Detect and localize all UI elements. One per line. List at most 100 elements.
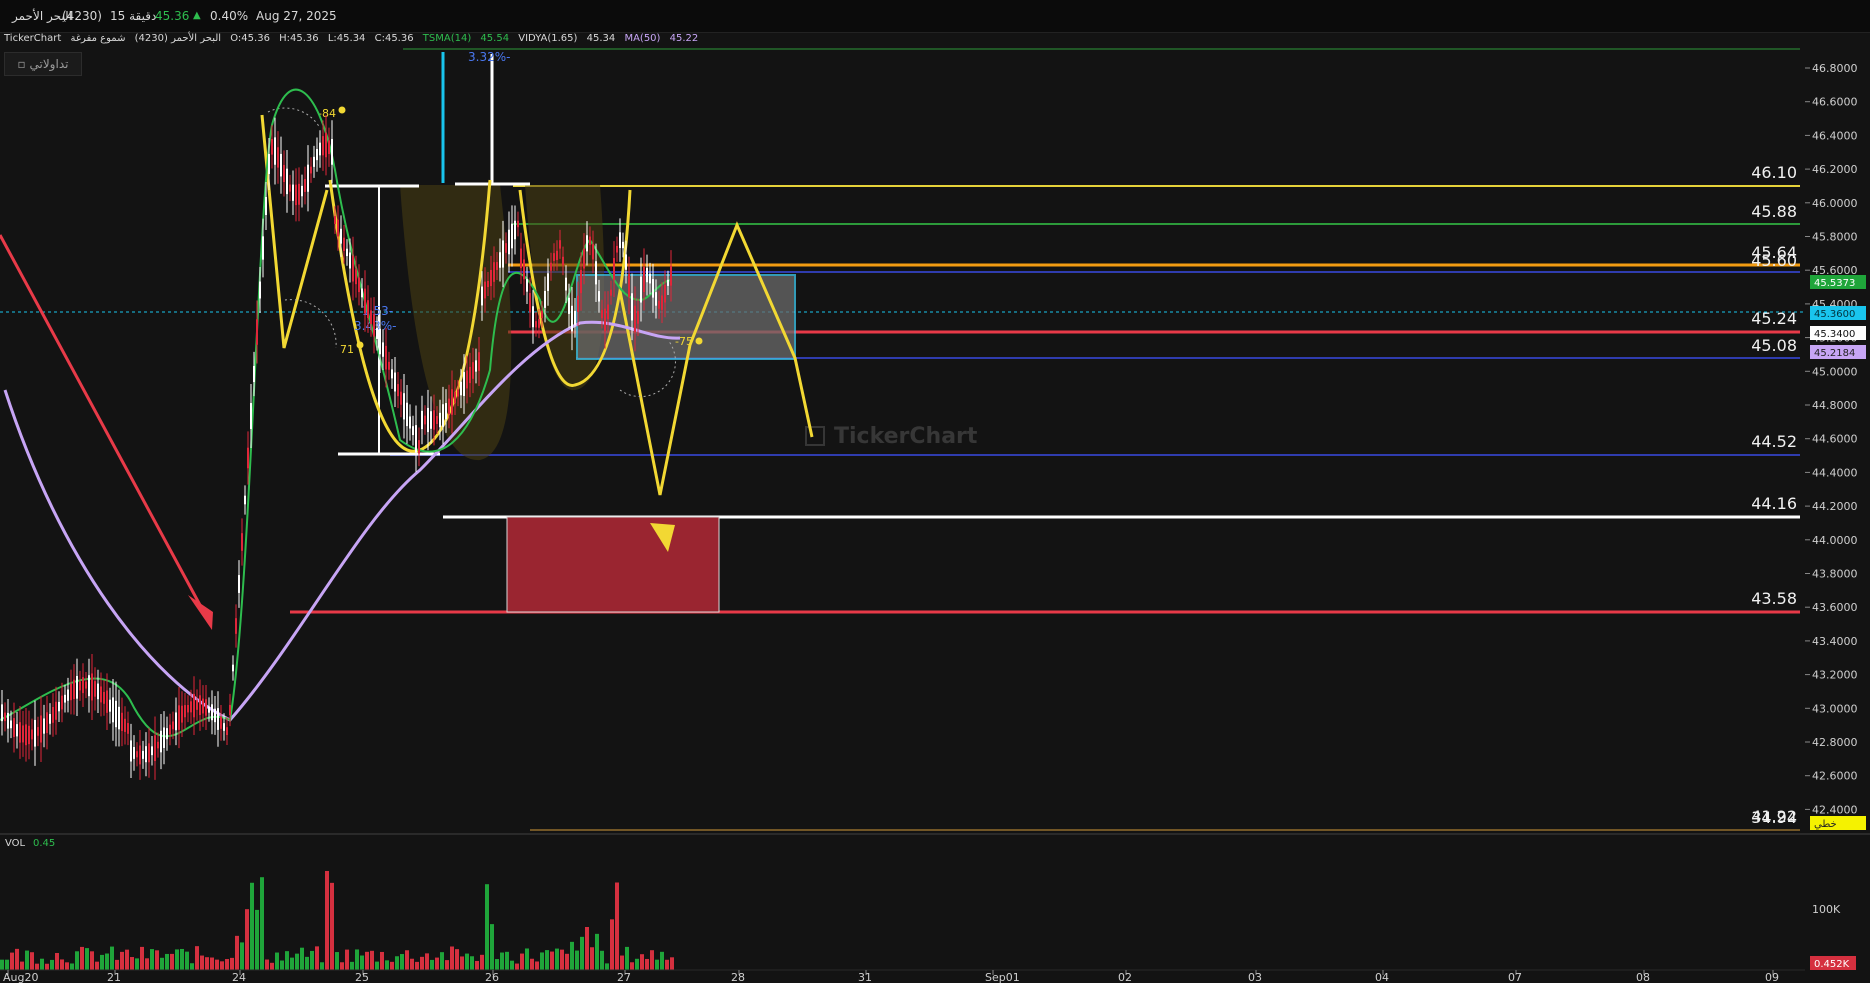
volume-bar <box>80 946 84 970</box>
watermark-text: TickerChart <box>834 424 978 449</box>
volume-bar <box>285 951 289 970</box>
candle-body <box>10 720 12 729</box>
candle-body <box>634 305 636 333</box>
price-tick-label: 46.8000 <box>1812 62 1858 75</box>
candle-body <box>571 305 573 332</box>
candle-body <box>232 664 234 672</box>
candle-body <box>118 706 120 730</box>
volume-bar <box>350 961 354 970</box>
price-tick-label: 45.0000 <box>1812 365 1858 378</box>
time-tick-label: 27 <box>617 971 631 983</box>
volume-bar <box>390 961 394 970</box>
candle-body <box>346 248 348 257</box>
volume-bar <box>280 960 284 970</box>
candle-body <box>352 255 354 282</box>
time-tick-label: 28 <box>731 971 745 983</box>
volume-bar <box>85 948 89 970</box>
pivot-dot[interactable] <box>356 341 364 349</box>
candle-body <box>388 361 390 370</box>
volume-bar <box>20 961 24 970</box>
candle-body <box>511 223 513 249</box>
price-axis[interactable]: 46.8000 46.6000 46.4000 46.2000 46.0000 45.80… <box>1805 62 1858 816</box>
price-tick-label: 44.4000 <box>1812 466 1858 479</box>
candle-body <box>484 281 486 299</box>
price-chart[interactable]: TickerChart 46.10 45.88 45.64 45.60 45.2… <box>0 0 1870 983</box>
candle-body <box>253 365 255 383</box>
volume-badge-text: 0.452K <box>1814 959 1850 970</box>
candle-body <box>22 725 24 743</box>
candle-body <box>178 705 180 730</box>
volume-bar <box>200 955 204 970</box>
volume-bar <box>420 956 424 970</box>
candle-body <box>652 279 654 298</box>
level-label: 34.94 <box>1751 808 1797 827</box>
volume-bar <box>250 882 254 970</box>
candle-body <box>361 288 363 298</box>
watermark: TickerChart <box>805 424 978 449</box>
volume-bar <box>225 959 229 970</box>
volume-bar <box>275 952 279 970</box>
volume-label: VOL <box>5 838 26 849</box>
candle-body <box>181 705 183 723</box>
candle-body <box>70 683 72 701</box>
candle-body <box>244 495 246 505</box>
volume-bar <box>40 958 44 970</box>
price-badge-text: 45.3400 <box>1814 329 1855 340</box>
candle-body <box>604 308 606 332</box>
time-axis[interactable]: Aug20 21 24 25 26 27 28 31 Sep01 02 03 04 07 08 09 <box>3 970 1779 983</box>
candle-body <box>349 252 351 269</box>
time-tick-label: 21 <box>107 971 121 983</box>
candle-body <box>172 721 174 730</box>
price-tick-label: 46.4000 <box>1812 129 1858 142</box>
candle-body <box>112 697 114 723</box>
price-tick-label: 44.0000 <box>1812 534 1858 547</box>
level-label: 45.88 <box>1751 202 1797 221</box>
time-tick-label: Sep01 <box>985 971 1020 983</box>
watermark-icon <box>805 426 825 446</box>
candle-body <box>613 258 615 281</box>
price-badge-text: 45.3600 <box>1814 309 1855 320</box>
candle-body <box>517 220 519 228</box>
volume-bar <box>590 947 594 970</box>
volume-bar <box>235 935 239 970</box>
candle-body <box>547 273 549 291</box>
candle-body <box>646 267 648 283</box>
candle-body <box>619 232 621 249</box>
candle-body <box>301 185 303 197</box>
candle-body <box>442 404 444 427</box>
candle-body <box>31 729 33 740</box>
pivot-dot[interactable] <box>338 106 346 114</box>
level-label: 45.08 <box>1751 336 1797 355</box>
volume-bar <box>440 952 444 970</box>
volume-bar <box>395 956 399 970</box>
candle-body <box>37 727 39 736</box>
demand-zone-rect[interactable] <box>506 516 720 613</box>
volume-bar <box>75 951 79 970</box>
candle-body <box>607 304 609 320</box>
volume-bar <box>430 959 434 970</box>
volume-bar <box>50 959 54 970</box>
price-tick-label: 44.8000 <box>1812 399 1858 412</box>
volume-bar <box>530 958 534 970</box>
candle-body <box>58 701 60 712</box>
candle-body <box>481 286 483 306</box>
candle-body <box>13 718 15 738</box>
candle-body <box>394 372 396 392</box>
candle-body <box>190 701 192 713</box>
candle-body <box>433 410 435 430</box>
candle-body <box>130 740 132 762</box>
candle-body <box>448 398 450 415</box>
volume-bar <box>660 951 664 970</box>
candle-body <box>55 701 57 720</box>
candle-body <box>148 743 150 763</box>
candle-body <box>469 366 471 384</box>
candle-body <box>598 291 600 302</box>
time-tick-label: 25 <box>355 971 369 983</box>
candle-body <box>577 295 579 312</box>
candle-body <box>367 300 369 319</box>
trend-arrow-line[interactable] <box>0 234 202 606</box>
candle-body <box>628 274 630 297</box>
price-tick-label: 44.6000 <box>1812 433 1858 446</box>
pivot-dot[interactable] <box>695 337 703 345</box>
candle-body <box>526 279 528 292</box>
